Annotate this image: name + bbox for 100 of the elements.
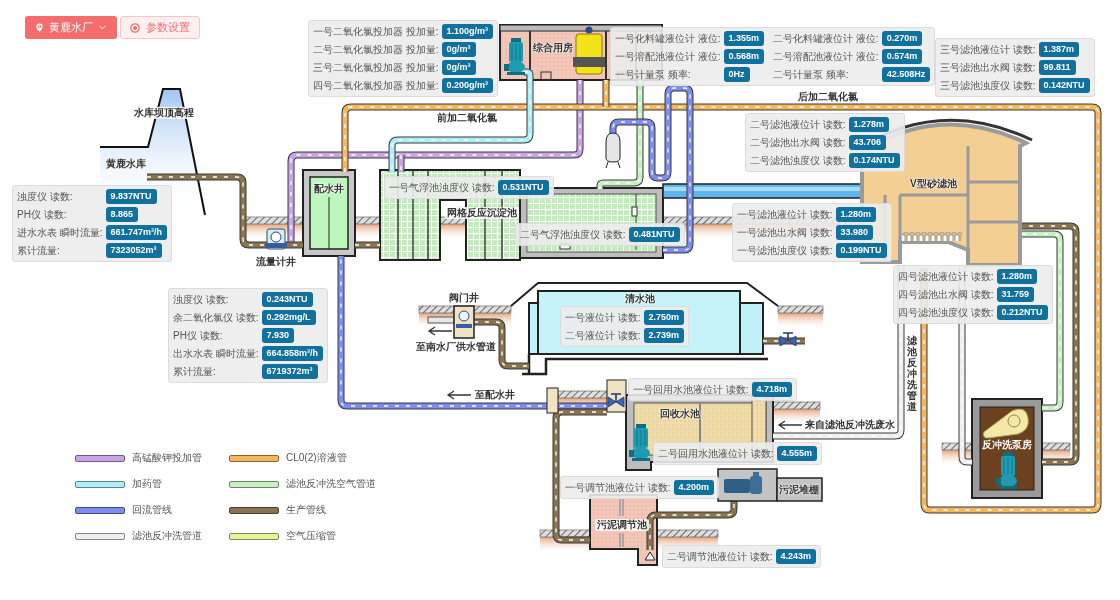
legend-label: 高锰酸钾投加管 — [132, 452, 203, 464]
well-label: 配水井 — [314, 183, 344, 195]
reading-label: 四号滤池浊度仪 读数: — [898, 306, 994, 320]
reading-label: 余二氧化氯仪 读数: — [173, 311, 259, 325]
sludge-shed — [776, 477, 823, 502]
reading-value: 2.750m — [643, 310, 685, 325]
reading-value: 0.212NTU — [996, 305, 1048, 320]
reading-label: 一号液位计 读数: — [565, 311, 641, 325]
reading-label: 四号滤池液位计 读数: — [898, 270, 994, 284]
legend-label: 空气压缩管 — [286, 530, 337, 542]
reading-value: 1.355m — [723, 31, 765, 46]
reading-value: 31.759 — [996, 287, 1035, 302]
reading-value: 9.837NTU — [105, 189, 157, 204]
reading-value: 1.100g/m³ — [441, 24, 494, 39]
reading-value: 4.718m — [751, 382, 793, 397]
reading-value: 0.199NTU — [835, 243, 887, 258]
reading-label: 累计流量: — [173, 365, 217, 379]
reading-value: 6719372m³ — [261, 364, 318, 379]
flow-meter-icon — [265, 228, 287, 250]
reading-value: 2.739m — [643, 328, 685, 343]
reading-label: 二号滤池液位计 读数: — [750, 118, 846, 132]
reading-value: 1.280m — [835, 207, 877, 222]
reading-value: 0.531NTU — [497, 180, 549, 195]
legend-label: 生产管线 — [286, 504, 327, 516]
production-pipe — [762, 337, 806, 345]
reading-label: 四号滤池出水阀 读数: — [898, 288, 994, 302]
reading-label: 一号溶配池液位计 液位: — [615, 50, 721, 64]
reservoir-label: 黄鹿水库 — [106, 158, 146, 170]
reading-label: 三号滤池浊度仪 读数: — [940, 79, 1036, 93]
dosing-label: 前加二氧化氯 — [437, 112, 497, 124]
reading-label: 进水水表 瞬时流量: — [17, 226, 103, 240]
pump-house-label: 反冲洗泵房 — [982, 439, 1032, 451]
reading-value: 0.243NTU — [261, 292, 313, 307]
reading-label: 一号调节池液位计 读数: — [565, 481, 671, 495]
pipe-label: 滤池反冲洗管道 — [907, 335, 917, 412]
reading-value: 0Hz — [723, 67, 750, 82]
reading-label: 二号调节池液位计 读数: — [667, 550, 773, 564]
reading-value: 0g/m³ — [441, 60, 476, 75]
reading-label: PH仪 读数: — [173, 329, 224, 343]
reading-label: 一号计量泵 频率: — [615, 68, 692, 82]
tank-label: 网格反应沉淀池 — [445, 207, 519, 219]
left-arrow-icon — [446, 390, 472, 400]
valve-icon — [779, 332, 797, 347]
pump-icon — [629, 424, 650, 461]
reading-value: 1.278m — [848, 117, 890, 132]
reading-value: 0.174NTU — [848, 153, 900, 168]
dosing-label: 后加二氧化氯 — [798, 91, 858, 103]
plant-selector[interactable]: 黄鹿水厂 — [25, 16, 117, 39]
reading-label: 浊度仪 读数: — [173, 293, 230, 307]
reading-value: 1.280m — [996, 269, 1038, 284]
legend-label: 滤池反冲洗管道 — [132, 530, 203, 542]
reading-value: 0.481NTU — [628, 227, 680, 242]
legend-label: 滤池反冲洗空气管道 — [286, 478, 376, 490]
pipe-label: 至配水井 — [475, 389, 515, 401]
reading-value: 99.811 — [1038, 60, 1076, 75]
reading-value: 0.292mg/L — [261, 310, 316, 325]
reading-value: 0.200g/m³ — [441, 78, 494, 93]
reading-label: PH仪 读数: — [17, 208, 68, 222]
pump-icon — [996, 452, 1017, 489]
pressure-tank — [605, 132, 621, 169]
reading-label: 一号滤池浊度仪 读数: — [737, 244, 833, 258]
reading-label: 二号回用水池液位计 读数: — [658, 447, 774, 461]
tank-label: 清水池 — [625, 293, 655, 305]
reading-value: 661.747m³/h — [105, 225, 168, 240]
reading-value: 7.930 — [261, 328, 295, 343]
reading-label: 一号化料罐液位计 液位: — [615, 32, 721, 46]
reading-label: 一号滤池出水阀 读数: — [737, 226, 833, 240]
reading-label: 一号回用水池液位计 读数: — [633, 383, 749, 397]
reading-label: 二号液位计 读数: — [565, 329, 641, 343]
well-label: 流量计井 — [256, 256, 296, 268]
pier — [546, 387, 559, 414]
legend-label: 回流管线 — [132, 504, 173, 516]
blower-icon — [983, 408, 1029, 439]
reading-label: 一号气浮池浊度仪 读数: — [389, 181, 495, 195]
reading-value: 664.858m³/h — [261, 346, 324, 361]
reading-value: 7323052m³ — [105, 243, 162, 258]
reading-value: 33.980 — [835, 225, 874, 240]
reading-value: 4.200m — [673, 480, 715, 495]
reading-value: 43.706 — [848, 135, 887, 150]
reading-value: 0g/m³ — [441, 42, 476, 57]
reading-value: 4.555m — [776, 446, 818, 461]
settings-button[interactable]: 参数设置 — [120, 16, 200, 39]
reading-label: 浊度仪 读数: — [17, 190, 74, 204]
left-arrow-icon — [427, 326, 453, 336]
well-label: 阀门井 — [449, 292, 479, 304]
reading-value: 0.270m — [881, 31, 923, 46]
reading-label: 三号二氧化氯投加器 投加量: — [313, 61, 439, 75]
shed-label: 污泥堆棚 — [779, 484, 819, 496]
reading-label: 二号溶配池液位计 液位: — [773, 50, 879, 64]
ground-section — [777, 305, 824, 329]
reading-value: 1.387m — [1038, 42, 1080, 57]
reading-label: 二号化料罐液位计 液位: — [773, 32, 879, 46]
reading-label: 二号计量泵 频率: — [773, 68, 850, 82]
reading-label: 二号气浮池浊度仪 读数: — [520, 228, 626, 242]
pump-icon — [504, 38, 525, 75]
valve-well — [453, 305, 475, 339]
dam-label: 水库坝顶高程 — [132, 107, 196, 119]
reading-value: 0.142NTU — [1038, 78, 1090, 93]
reading-value: 4.243m — [775, 549, 817, 564]
map-pin-icon — [34, 22, 45, 33]
